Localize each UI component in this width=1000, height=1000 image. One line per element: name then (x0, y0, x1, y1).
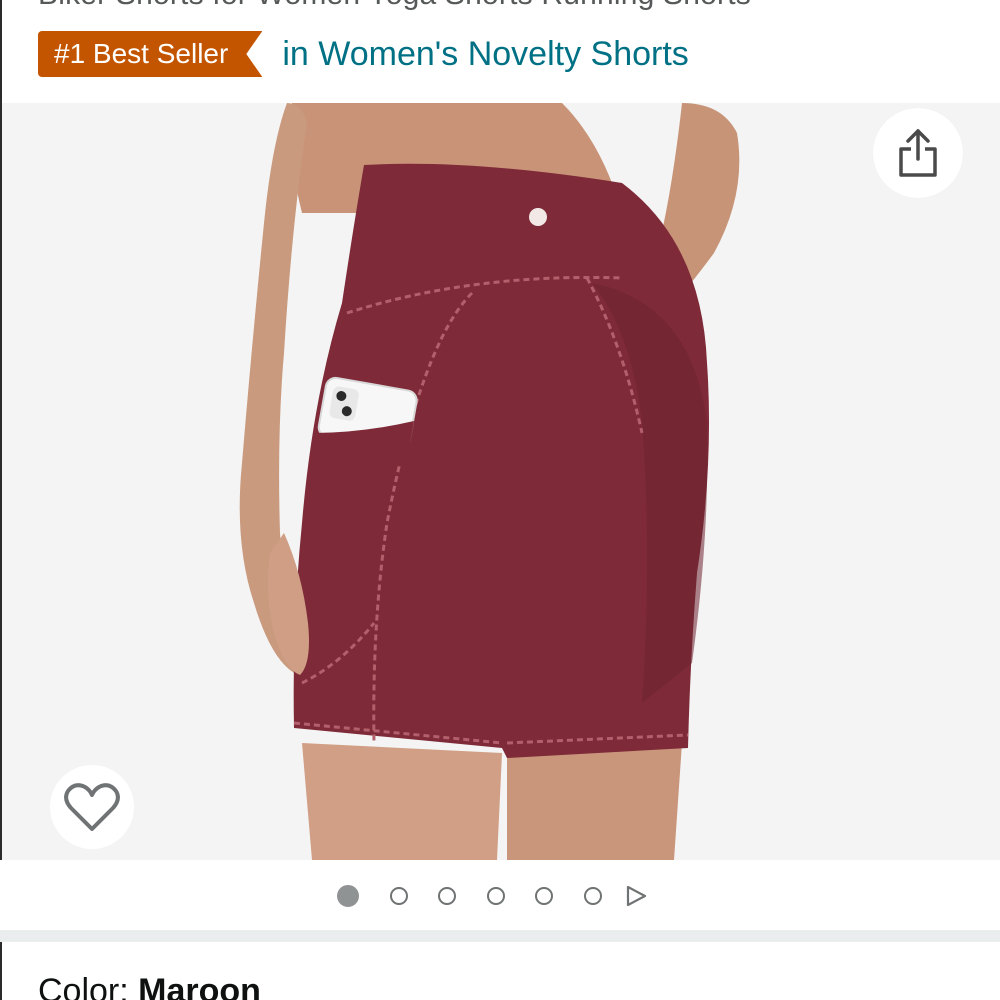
carousel-dot-2[interactable] (389, 887, 408, 905)
color-selection: Color: Maroon (38, 972, 261, 1000)
color-value: Maroon (138, 972, 261, 1000)
product-page: Biker Shorts for Women Yoga Shorts Runni… (0, 0, 1000, 1000)
image-carousel-nav (0, 860, 1000, 930)
section-divider (0, 930, 1000, 942)
color-label: Color: (38, 972, 139, 1000)
product-image[interactable] (2, 103, 1000, 860)
heart-icon (64, 783, 120, 831)
best-seller-row: #1 Best Seller in Women's Novelty Shorts (38, 30, 689, 78)
carousel-dot-3[interactable] (438, 887, 456, 905)
share-button[interactable] (873, 108, 963, 198)
carousel-dot-1[interactable] (337, 885, 359, 907)
carousel-dots (337, 884, 648, 908)
carousel-dot-4[interactable] (486, 887, 505, 905)
carousel-dot-5[interactable] (535, 887, 553, 905)
product-title[interactable]: Biker Shorts for Women Yoga Shorts Runni… (38, 0, 751, 12)
product-photo (2, 103, 1000, 860)
carousel-dot-6[interactable] (583, 887, 602, 905)
play-arrow-icon[interactable] (624, 884, 648, 908)
wishlist-button[interactable] (50, 765, 134, 849)
best-seller-badge[interactable]: #1 Best Seller (38, 31, 262, 77)
share-icon (899, 129, 937, 177)
category-link[interactable]: in Women's Novelty Shorts (282, 35, 688, 74)
